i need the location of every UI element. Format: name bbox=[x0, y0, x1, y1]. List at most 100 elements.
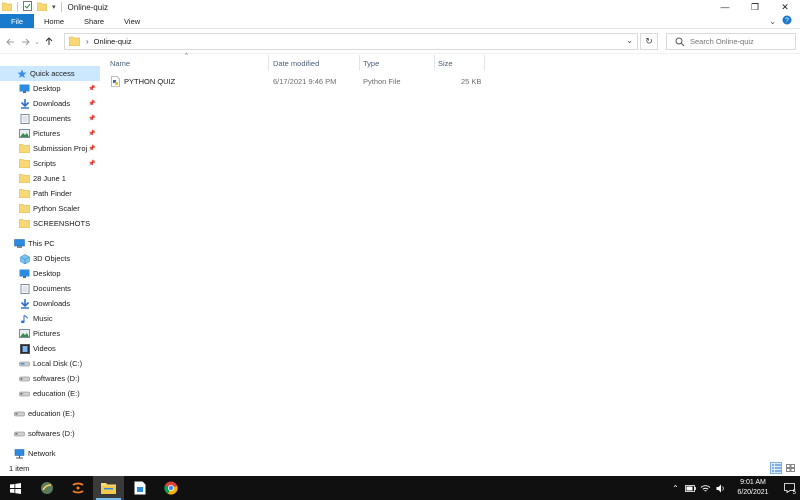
column-header-type[interactable]: Type bbox=[360, 55, 435, 71]
chevron-down-icon[interactable]: ⌄ bbox=[626, 36, 633, 45]
sidebar-item-pc-downloads[interactable]: Downloads bbox=[0, 296, 100, 311]
app-icon-2 bbox=[72, 482, 83, 494]
tab-view[interactable]: View bbox=[114, 14, 150, 28]
pin-icon[interactable]: 📌 bbox=[88, 145, 95, 152]
nav-this-pc[interactable]: This PC bbox=[0, 236, 100, 251]
sidebar-item-submission-project[interactable]: Submission Proje 📌 bbox=[0, 141, 100, 156]
nav-quick-access[interactable]: Quick access bbox=[0, 66, 100, 81]
folder-icon bbox=[68, 36, 81, 48]
sidebar-item-softwares-d[interactable]: softwares (D:) bbox=[0, 371, 100, 386]
column-header-name[interactable]: Name bbox=[107, 55, 269, 71]
navigation-pane: Quick access Desktop 📌 Downloads 📌 Docum… bbox=[0, 58, 100, 460]
nav-label: SCREENSHOTS bbox=[33, 219, 91, 228]
sidebar-item-path-finder[interactable]: Path Finder bbox=[0, 186, 100, 201]
sidebar-item-drive-education-e[interactable]: education (E:) bbox=[0, 406, 100, 421]
forward-arrow-icon[interactable] bbox=[18, 34, 33, 50]
search-input[interactable] bbox=[690, 37, 790, 46]
nav-network[interactable]: Network bbox=[0, 446, 100, 460]
action-center-button[interactable]: 5 bbox=[778, 476, 800, 500]
documents-icon bbox=[19, 113, 30, 124]
pin-icon[interactable]: 📌 bbox=[88, 130, 95, 137]
notification-count: 5 bbox=[792, 490, 796, 496]
new-folder-icon[interactable] bbox=[36, 2, 48, 13]
column-header-date-modified[interactable]: Date modified bbox=[270, 55, 360, 71]
system-tray: ⌃ 9:01 AM 6/20/2021 5 bbox=[668, 476, 800, 500]
sidebar-item-education-e[interactable]: education (E:) bbox=[0, 386, 100, 401]
desktop-icon bbox=[19, 83, 30, 94]
start-button[interactable] bbox=[0, 476, 31, 500]
sidebar-item-python-scaler[interactable]: Python Scaler bbox=[0, 201, 100, 216]
up-arrow-icon[interactable] bbox=[41, 34, 56, 50]
quick-access-toolbar: ▾ bbox=[0, 1, 62, 13]
tab-share[interactable]: Share bbox=[74, 14, 114, 28]
volume-icon[interactable] bbox=[713, 476, 728, 500]
pin-icon[interactable]: 📌 bbox=[88, 100, 95, 107]
sidebar-item-desktop[interactable]: Desktop 📌 bbox=[0, 81, 100, 96]
customize-dropdown-icon[interactable]: ▾ bbox=[52, 3, 56, 11]
search-box[interactable] bbox=[666, 33, 796, 50]
search-icon bbox=[675, 37, 685, 46]
refresh-button[interactable]: ↻ bbox=[640, 33, 658, 50]
taskbar-app-4[interactable] bbox=[124, 476, 155, 500]
breadcrumb[interactable]: Online-quiz bbox=[94, 37, 132, 46]
details-view-icon bbox=[771, 464, 781, 472]
battery-icon[interactable] bbox=[683, 476, 698, 500]
ribbon-tabs: File Home Share View ⌄ ? bbox=[0, 14, 800, 29]
drive-icon bbox=[19, 388, 30, 399]
maximize-button[interactable]: ❐ bbox=[740, 0, 770, 14]
sidebar-item-videos[interactable]: Videos bbox=[0, 341, 100, 356]
back-arrow-icon[interactable] bbox=[3, 34, 18, 50]
sidebar-item-drive-softwares-d[interactable]: softwares (D:) bbox=[0, 426, 100, 441]
nav-label: Music bbox=[33, 314, 53, 323]
file-type: Python File bbox=[363, 77, 401, 86]
taskbar-app-1[interactable] bbox=[31, 476, 62, 500]
window-controls: — ❐ ✕ bbox=[710, 0, 800, 14]
taskbar-chrome[interactable] bbox=[155, 476, 186, 500]
recent-locations-icon[interactable]: ⌄ bbox=[33, 34, 41, 50]
windows-icon bbox=[10, 482, 21, 494]
tab-home[interactable]: Home bbox=[34, 14, 74, 28]
sidebar-item-local-disk-c[interactable]: Local Disk (C:) bbox=[0, 356, 100, 371]
nav-label: Pictures bbox=[33, 129, 61, 138]
wifi-icon[interactable] bbox=[698, 476, 713, 500]
sidebar-item-3d-objects[interactable]: 3D Objects bbox=[0, 251, 100, 266]
taskbar-file-explorer[interactable] bbox=[93, 476, 124, 500]
close-button[interactable]: ✕ bbox=[770, 0, 800, 14]
column-label: Size bbox=[438, 58, 453, 68]
sidebar-item-scripts[interactable]: Scripts 📌 bbox=[0, 156, 100, 171]
column-header-size[interactable]: Size bbox=[435, 55, 485, 71]
minimize-button[interactable]: — bbox=[710, 0, 740, 14]
help-icon[interactable]: ? bbox=[782, 15, 792, 27]
sidebar-item-downloads[interactable]: Downloads 📌 bbox=[0, 96, 100, 111]
tab-file[interactable]: File bbox=[0, 14, 34, 28]
large-icons-view-button[interactable] bbox=[784, 462, 796, 474]
pin-icon[interactable]: 📌 bbox=[88, 160, 95, 167]
nav-label: softwares (D:) bbox=[28, 429, 75, 438]
window-title: Online-quiz bbox=[67, 2, 108, 12]
pin-icon[interactable]: 📌 bbox=[88, 85, 95, 92]
ribbon-right: ⌄ ? bbox=[769, 14, 800, 28]
sidebar-item-pc-desktop[interactable]: Desktop bbox=[0, 266, 100, 281]
properties-icon[interactable] bbox=[23, 1, 32, 13]
pin-icon[interactable]: 📌 bbox=[88, 115, 95, 122]
details-view-button[interactable] bbox=[770, 462, 782, 474]
address-bar[interactable]: › Online-quiz ⌄ bbox=[64, 33, 638, 50]
sidebar-item-screenshots[interactable]: SCREENSHOTS bbox=[0, 216, 100, 231]
documents-icon bbox=[19, 283, 30, 294]
column-label: Name bbox=[110, 58, 131, 68]
sidebar-item-pictures[interactable]: Pictures 📌 bbox=[0, 126, 100, 141]
chevron-up-icon[interactable]: ⌃ bbox=[668, 476, 683, 500]
sidebar-item-documents[interactable]: Documents 📌 bbox=[0, 111, 100, 126]
taskbar-app-2[interactable] bbox=[62, 476, 93, 500]
folder-icon bbox=[19, 158, 30, 169]
file-row[interactable]: PYTHON QUIZ 6/17/2021 9:46 PM Python Fil… bbox=[108, 74, 486, 89]
expand-ribbon-icon[interactable]: ⌄ bbox=[769, 17, 776, 26]
clock[interactable]: 9:01 AM 6/20/2021 bbox=[728, 478, 778, 498]
folder-icon[interactable] bbox=[1, 2, 13, 13]
chevron-right-icon[interactable]: › bbox=[86, 37, 89, 46]
sidebar-item-28-june-1[interactable]: 28 June 1 bbox=[0, 171, 100, 186]
sidebar-item-music[interactable]: Music bbox=[0, 311, 100, 326]
sidebar-item-pc-documents[interactable]: Documents bbox=[0, 281, 100, 296]
sidebar-item-pc-pictures[interactable]: Pictures bbox=[0, 326, 100, 341]
file-name-cell[interactable]: PYTHON QUIZ bbox=[111, 74, 175, 89]
